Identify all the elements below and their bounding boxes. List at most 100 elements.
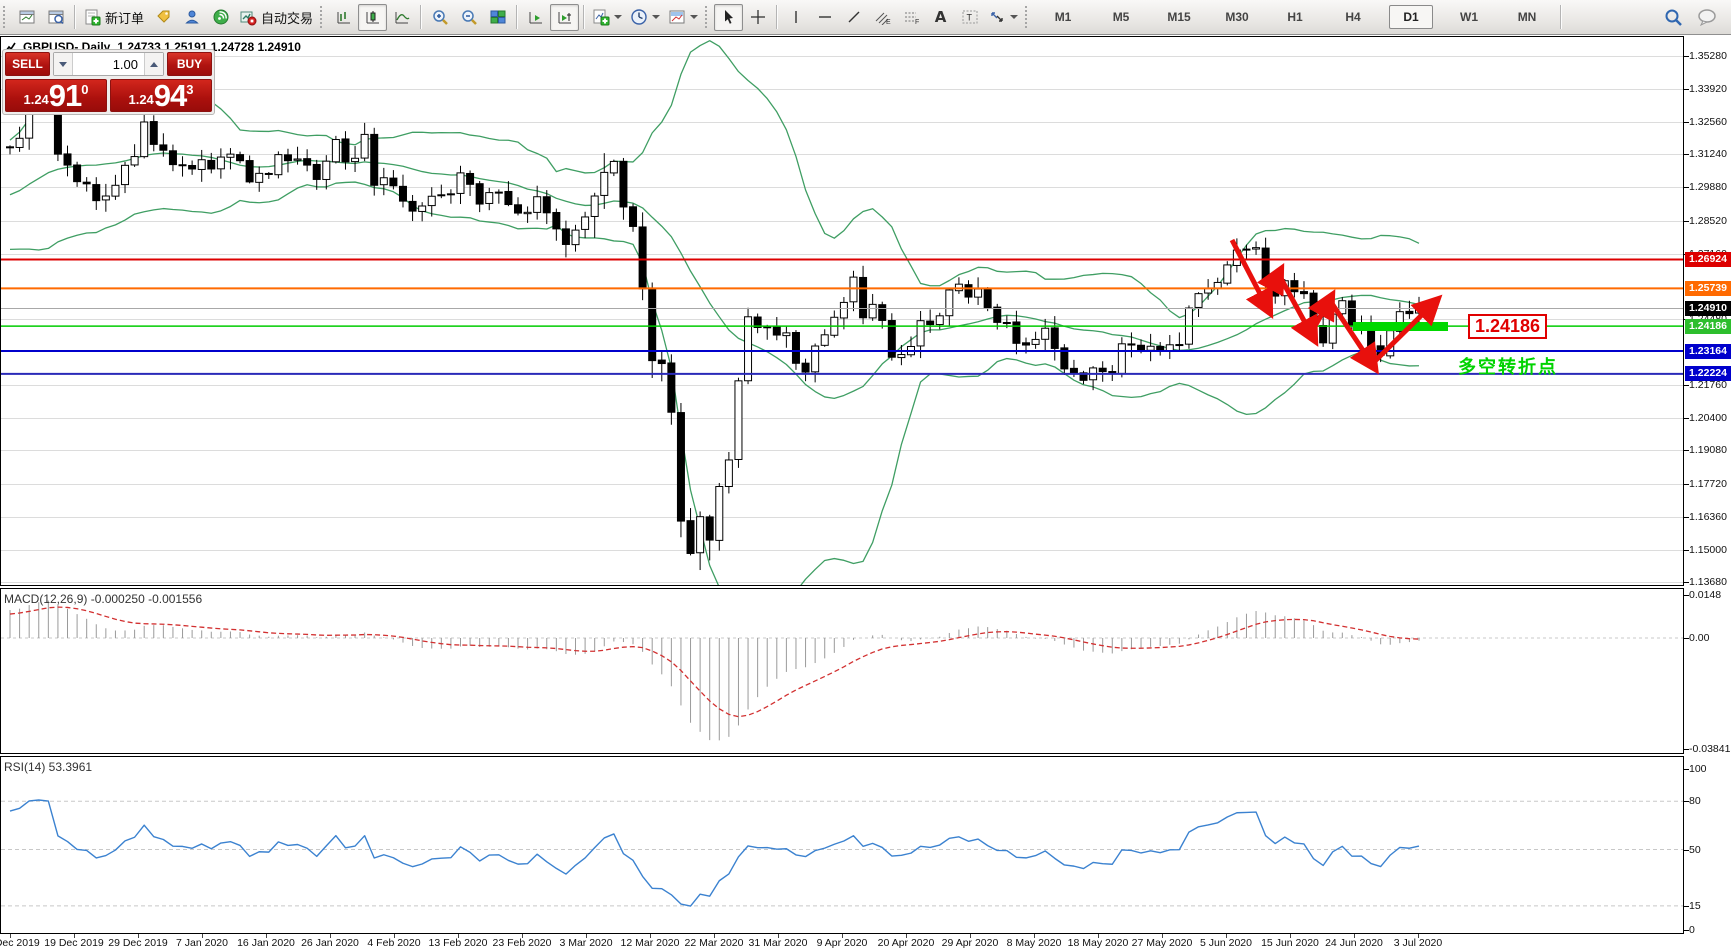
price-level-badge-1.22224: 1.22224 (1685, 366, 1731, 382)
timeframe-button-W1[interactable]: W1 (1447, 5, 1491, 29)
volume-decrease-button[interactable] (54, 53, 73, 75)
community-button[interactable] (206, 4, 235, 31)
price-level-badge-1.26924: 1.26924 (1685, 251, 1731, 267)
templates-button[interactable] (664, 4, 702, 31)
timeframe-button-M30[interactable]: M30 (1215, 5, 1259, 29)
fibonacci-icon: F (904, 12, 919, 25)
price-axis-label: 1.16360 (1689, 510, 1727, 523)
new-order-icon (85, 9, 101, 26)
auto-scroll-button[interactable] (521, 4, 550, 31)
volume-increase-button[interactable] (144, 53, 163, 75)
timeframe-button-M5[interactable]: M5 (1099, 5, 1143, 29)
signals-button[interactable] (177, 4, 206, 31)
svg-text:T: T (966, 13, 972, 23)
auto-scroll-icon (529, 12, 542, 24)
date-axis-label: 24 Jun 2020 (1325, 937, 1383, 949)
timeframe-button-MN[interactable]: MN (1505, 5, 1549, 29)
toolbar-separator (420, 5, 422, 29)
timeframe-button-M1[interactable]: M1 (1041, 5, 1085, 29)
tile-windows-icon (490, 10, 506, 24)
sell-price-tile[interactable]: 1.24 91 0 (5, 79, 107, 112)
toolbar-separator (516, 5, 518, 29)
timeframe-button-M15[interactable]: M15 (1157, 5, 1201, 29)
toolbar-separator (583, 5, 585, 29)
toolbar-separator (776, 5, 778, 29)
zoom-out-icon (461, 10, 477, 25)
chart-shift-button[interactable] (550, 3, 580, 31)
templates-caret (690, 15, 699, 23)
timeframe-group: M1 M5 M15 M30 H1 H4 D1 W1 MN (1034, 5, 1556, 29)
chart-window-icon (19, 10, 34, 24)
text-label-icon: T (962, 10, 978, 24)
chat-icon[interactable] (1697, 8, 1717, 26)
rsi-label: RSI(14) 53.3961 (4, 760, 93, 774)
autotrading-button[interactable]: 自动交易 (235, 4, 317, 31)
level-callout-1.24186[interactable]: 1.24186 (1468, 314, 1548, 339)
tile-windows-button[interactable] (483, 4, 512, 31)
date-axis-label: 18 May 2020 (1067, 937, 1129, 949)
date-axis-label: 19 Dec 2019 (44, 937, 104, 949)
trendline-tool-button[interactable] (839, 4, 868, 31)
buy-button[interactable]: BUY (167, 52, 212, 76)
horizontal-line-tool-button[interactable] (810, 4, 839, 31)
channel-tool-button[interactable]: E (868, 4, 897, 31)
chart-canvas[interactable] (0, 0, 1731, 952)
search-icon[interactable] (1664, 8, 1683, 27)
date-axis-label: 27 May 2020 (1131, 937, 1193, 949)
new-chart-button[interactable] (12, 4, 41, 31)
date-axis-label: 12 Mar 2020 (620, 937, 680, 949)
date-axis-label: 29 Dec 2019 (108, 937, 168, 949)
date-axis-label: 15 Jun 2020 (1261, 937, 1319, 949)
line-chart-type-button[interactable] (387, 4, 416, 31)
toolbar-grip[interactable] (1025, 6, 1029, 28)
periods-button[interactable] (626, 4, 664, 31)
rsi-axis-label: 80 (1689, 795, 1701, 808)
timeframe-button-H1[interactable]: H1 (1273, 5, 1317, 29)
date-axis-label: 10 Dec 2019 (0, 937, 40, 949)
toolbar-right (1664, 8, 1727, 27)
cursor-tool-button[interactable] (714, 3, 744, 31)
rsi-axis-label: 100 (1689, 763, 1707, 775)
price-level-badge-1.23164: 1.23164 (1685, 343, 1731, 359)
buy-price-tile[interactable]: 1.24 94 3 (110, 79, 212, 112)
buy-price-point: 3 (186, 82, 194, 97)
toolbar-grip[interactable] (705, 6, 709, 28)
market-button[interactable] (148, 4, 177, 31)
date-axis-label: 16 Jan 2020 (237, 937, 295, 949)
timeframe-button-D1[interactable]: D1 (1389, 5, 1434, 29)
toolbar-grip[interactable] (3, 6, 7, 28)
fibonacci-tool-button[interactable]: F (897, 4, 926, 31)
sell-price-pips: 91 (48, 77, 82, 113)
vertical-line-tool-button[interactable] (781, 4, 810, 31)
volume-input[interactable]: 1.00 (73, 53, 144, 75)
macd-label: MACD(12,26,9) -0.000250 -0.001556 (4, 592, 203, 606)
price-axis-label: 1.20400 (1689, 412, 1727, 425)
shapes-tool-button[interactable] (984, 4, 1022, 31)
text-tool-button[interactable]: A (926, 4, 955, 31)
sell-button[interactable]: SELL (5, 52, 50, 76)
date-axis-label: 23 Feb 2020 (492, 937, 552, 949)
zoom-in-icon (432, 10, 448, 25)
crosshair-tool-button[interactable] (743, 4, 772, 31)
timeframe-button-H4[interactable]: H4 (1331, 5, 1375, 29)
autotrading-icon (240, 11, 257, 26)
autotrading-label: 自动交易 (261, 10, 314, 26)
indicators-caret (614, 15, 623, 23)
indicators-button[interactable] (588, 4, 626, 31)
price-level-badge-1.24910: 1.24910 (1685, 301, 1731, 316)
zoom-out-button[interactable] (454, 4, 483, 31)
candle-chart-type-button[interactable] (358, 3, 388, 31)
profiles-button[interactable] (41, 4, 70, 31)
sell-price-point: 0 (81, 82, 89, 97)
market-icon (156, 10, 170, 23)
trendline-icon (848, 11, 860, 23)
turning-point-note: 多空转折点 (1458, 357, 1558, 377)
zoom-in-button[interactable] (425, 4, 454, 31)
toolbar: 新订单 自动交易 E F A T M1 M5 M15 M30 H1 H4 D1 … (0, 0, 1731, 35)
new-order-button[interactable]: 新订单 (79, 4, 148, 31)
toolbar-grip[interactable] (320, 6, 324, 28)
macd-axis-label: -0.038415 (1689, 743, 1731, 756)
bar-chart-type-button[interactable] (329, 4, 358, 31)
crosshair-icon (750, 10, 765, 24)
text-label-tool-button[interactable]: T (955, 4, 984, 31)
